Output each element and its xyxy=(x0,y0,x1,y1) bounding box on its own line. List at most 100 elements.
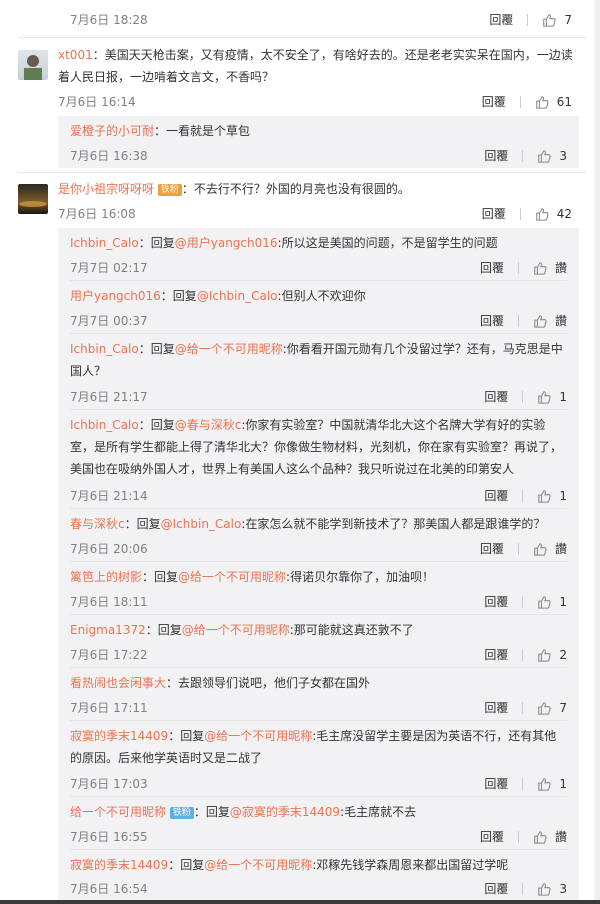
thumbs-up-icon[interactable] xyxy=(537,390,551,404)
divider xyxy=(70,720,567,721)
username-link[interactable]: 篱笆上的树影 xyxy=(70,570,142,584)
mention-link[interactable]: @给一个不可用昵称 xyxy=(204,729,312,743)
divider xyxy=(517,542,519,555)
thumbs-up-icon[interactable] xyxy=(537,595,551,609)
divider xyxy=(70,614,567,615)
reply-actions: 回覆 3 xyxy=(484,147,567,164)
reply-button[interactable]: 回覆 xyxy=(484,699,508,716)
mention-link[interactable]: @寂寞的季末14409 xyxy=(230,805,340,819)
comment-body: ：不去行不行？外国的月亮也没有很圆的。 xyxy=(181,182,410,196)
reply-time: 7月6日 18:11 xyxy=(70,595,148,609)
divider xyxy=(522,149,524,162)
divider xyxy=(522,882,524,895)
reply-button[interactable]: 回覆 xyxy=(480,259,504,276)
username-link[interactable]: 用户yangch016 xyxy=(70,289,161,303)
username-link[interactable]: 看热闹也会闲事大 xyxy=(70,676,166,690)
username-link[interactable]: Ichbin_Calo xyxy=(70,236,139,250)
reply-text: 寂寞的季末14409：回复@给一个不可用昵称:毛主席没留学主要是因为英语不行，还… xyxy=(70,725,568,769)
reply-actions: 回覆 讚 xyxy=(480,312,567,329)
mention-link[interactable]: @给一个不可用昵称 xyxy=(175,342,283,356)
like-button[interactable]: 7 xyxy=(542,13,572,27)
reply-time: 7月7日 00:37 xyxy=(70,314,148,328)
reply-button[interactable]: 回覆 xyxy=(484,487,508,504)
reply-actions: 回覆 讚 xyxy=(480,540,567,557)
thumbs-up-icon[interactable] xyxy=(533,261,547,275)
mention-link[interactable]: @Ichbin_Calo xyxy=(197,289,278,303)
reply-button[interactable]: 回覆 xyxy=(484,646,508,663)
username-link[interactable]: Ichbin_Calo xyxy=(70,418,139,432)
reply-actions: 回覆 1 xyxy=(484,388,567,405)
reply-body: :得诺贝尔靠你了，加油呗！ xyxy=(286,570,435,584)
like-count: 42 xyxy=(556,206,572,221)
like-button[interactable]: 61 xyxy=(535,95,572,109)
reply-body: :毛主席就不去 xyxy=(340,805,417,819)
username-link[interactable]: 是你小祖宗呀呀呀 xyxy=(58,182,154,196)
mention-link[interactable]: @春与深秋c xyxy=(175,418,242,432)
avatar[interactable] xyxy=(18,184,48,214)
like-count: 3 xyxy=(559,881,567,896)
comment-actions: 回覆 61 xyxy=(482,93,572,110)
reply-body: :那可能就这真还敦不了 xyxy=(289,623,414,637)
reply-button[interactable]: 回覆 xyxy=(480,312,504,329)
mention-link[interactable]: @Ichbin_Calo xyxy=(161,517,242,531)
thumbs-up-icon[interactable] xyxy=(537,648,551,662)
reply-actions: 回覆 讚 xyxy=(480,259,567,276)
username-link[interactable]: xt001 xyxy=(58,48,93,62)
divider xyxy=(70,280,567,281)
reply-button[interactable]: 回覆 xyxy=(484,775,508,792)
reply-time: 7月6日 17:03 xyxy=(70,777,148,791)
reply-button[interactable]: 回覆 xyxy=(480,828,504,845)
avatar-image xyxy=(24,55,42,80)
reply-button[interactable]: 回覆 xyxy=(482,205,506,222)
thumbs-up-icon[interactable] xyxy=(537,489,551,503)
like-button[interactable]: 42 xyxy=(535,207,572,221)
username-link[interactable]: 春与深秋c xyxy=(70,517,125,531)
thumbs-up-icon[interactable] xyxy=(537,777,551,791)
avatar[interactable] xyxy=(18,50,48,80)
username-link[interactable]: 寂寞的季末14409 xyxy=(70,858,168,872)
username-link[interactable]: 寂寞的季末14409 xyxy=(70,729,168,743)
username-link[interactable]: Enigma1372 xyxy=(70,623,146,637)
reply-text: Ichbin_Calo：回复@用户yangch016:所以这是美国的问题，不是留… xyxy=(70,232,568,254)
username-link[interactable]: 爱橙子的小可耐 xyxy=(70,124,154,138)
like-count: 3 xyxy=(559,148,567,163)
mention-link[interactable]: @给一个不可用昵称 xyxy=(182,623,290,637)
reply-time: 7月6日 20:06 xyxy=(70,542,148,556)
reply-button[interactable]: 回覆 xyxy=(484,147,508,164)
reply-button[interactable]: 回覆 xyxy=(484,388,508,405)
divider xyxy=(519,95,521,108)
thumbs-up-icon[interactable] xyxy=(537,882,551,896)
mention-link[interactable]: @给一个不可用昵称 xyxy=(178,570,286,584)
thumbs-up-icon[interactable] xyxy=(533,830,547,844)
reply-time: 7月6日 16:38 xyxy=(70,149,148,163)
mention-link[interactable]: @给一个不可用昵称 xyxy=(204,858,312,872)
like-count: 1 xyxy=(559,389,567,404)
thumbs-up-icon[interactable] xyxy=(533,314,547,328)
thumbs-up-icon[interactable] xyxy=(537,149,551,163)
fan-badge: 铁粉 xyxy=(169,807,194,819)
mention-link[interactable]: @用户yangch016 xyxy=(175,236,278,250)
reply-button[interactable]: 回覆 xyxy=(484,880,508,897)
reply-prefix: ：回复 xyxy=(138,342,175,356)
reply-text: 给一个不可用昵称 铁粉 ：回复@寂寞的季末14409:毛主席就不去 xyxy=(70,801,568,823)
thumbs-up-icon xyxy=(535,95,549,109)
thumbs-up-icon xyxy=(535,207,549,221)
reply-button[interactable]: 回覆 xyxy=(482,93,506,110)
reply-button[interactable]: 回覆 xyxy=(489,11,513,28)
like-count: 7 xyxy=(559,700,567,715)
username-link[interactable]: Ichbin_Calo xyxy=(70,342,139,356)
like-count: 7 xyxy=(564,12,572,27)
reply-thread: Ichbin_Calo：回复@用户yangch016:所以这是美国的问题，不是留… xyxy=(58,228,579,904)
thumbs-up-icon[interactable] xyxy=(537,701,551,715)
reply-actions: 回覆 1 xyxy=(484,775,567,792)
reply-time: 7月6日 17:22 xyxy=(70,648,148,662)
scrollbar-track[interactable] xyxy=(594,0,600,904)
username-link[interactable]: 给一个不可用昵称 xyxy=(70,805,166,819)
divider xyxy=(70,796,567,797)
thumbs-up-icon[interactable] xyxy=(533,542,547,556)
reply-body: ：去跟领导们说吧，他们子女都在国外 xyxy=(166,676,371,690)
reply-time: 7月6日 16:54 xyxy=(70,882,148,896)
reply-button[interactable]: 回覆 xyxy=(484,593,508,610)
divider xyxy=(70,667,567,668)
reply-button[interactable]: 回覆 xyxy=(480,540,504,557)
